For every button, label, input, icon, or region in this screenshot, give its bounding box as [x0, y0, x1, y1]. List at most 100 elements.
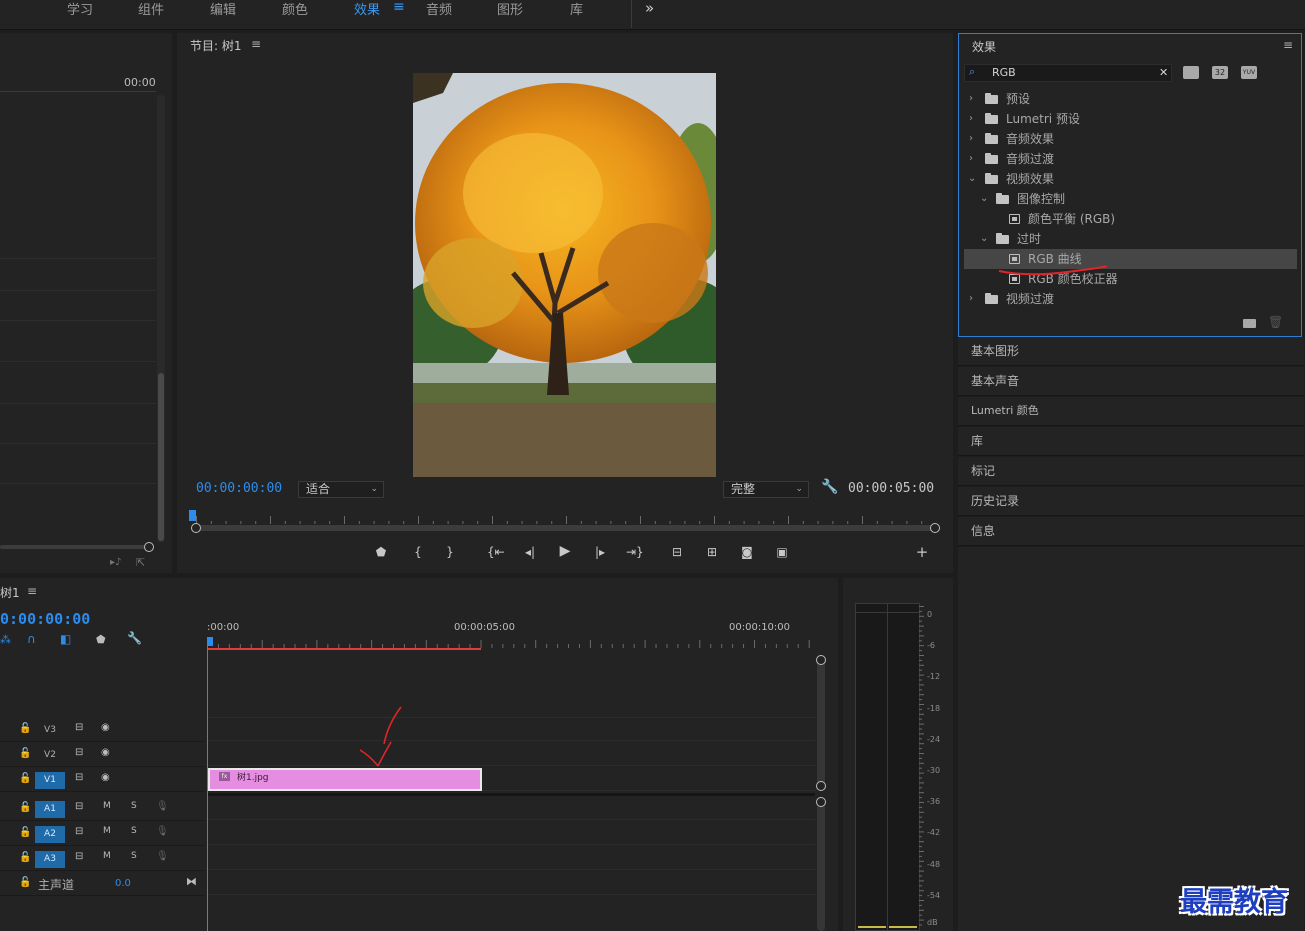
wrench-icon[interactable]: 🔧	[821, 479, 838, 495]
yuv-effects-icon[interactable]: YUV	[1241, 66, 1257, 79]
workspace-graphics[interactable]: 图形	[497, 0, 523, 18]
chevron-down-icon[interactable]: ⌄	[980, 189, 988, 209]
eye-icon[interactable]: ◉	[101, 747, 110, 758]
lane-v3[interactable]	[207, 717, 815, 741]
trash-icon[interactable]: 🗑	[1268, 315, 1283, 329]
extract-icon[interactable]: ⊞	[704, 545, 720, 559]
program-playhead[interactable]	[189, 510, 196, 521]
timeline-title[interactable]: 树1	[0, 584, 20, 601]
add-button-icon[interactable]: +	[914, 543, 930, 561]
program-zoom-handle-right[interactable]	[930, 523, 940, 533]
lane-a2[interactable]	[207, 821, 815, 845]
new-bin-icon[interactable]	[1243, 319, 1256, 328]
source-zoom-bar[interactable]	[0, 545, 145, 549]
effect-tree-item[interactable]: › Lumetri 预设	[964, 109, 1297, 129]
mark-in-icon[interactable]: {	[410, 545, 426, 559]
quality-select[interactable]: 完整 ⌄	[723, 481, 809, 498]
effects-panel-title[interactable]: 效果	[972, 38, 996, 55]
chevron-down-icon[interactable]: ⌄	[968, 169, 976, 189]
panel-lumetri-color[interactable]: Lumetri 颜色	[958, 397, 1304, 426]
workspace-effects[interactable]: 效果	[354, 0, 380, 18]
go-to-out-icon[interactable]: ⇥}	[626, 545, 644, 559]
scroll-handle[interactable]	[816, 797, 826, 807]
chevron-right-icon[interactable]: ›	[969, 149, 973, 169]
master-volume-value[interactable]: 0.0	[115, 878, 131, 889]
effect-tree-item[interactable]: 颜色平衡 (RGB)	[964, 209, 1297, 229]
track-label-a3[interactable]: A3	[35, 851, 65, 868]
program-monitor-title[interactable]: 节目: 树1	[190, 37, 242, 54]
chevron-right-icon[interactable]: ›	[969, 289, 973, 309]
sync-lock-icon[interactable]: ⊟	[75, 772, 83, 783]
effect-tree-item[interactable]: › 预设	[964, 89, 1297, 109]
workspace-audio[interactable]: 音频	[426, 0, 452, 18]
effect-tree-item[interactable]: ⌄ 过时	[964, 229, 1297, 249]
timeline-menu-icon[interactable]: ≡	[27, 584, 37, 598]
eye-icon[interactable]: ◉	[101, 772, 110, 783]
chevron-right-icon[interactable]: ›	[969, 89, 973, 109]
camera-icon[interactable]: ◙	[739, 545, 755, 559]
export-icon[interactable]: ⇱	[136, 556, 145, 569]
32bit-effects-icon[interactable]: 32	[1212, 66, 1228, 79]
effect-tree-item[interactable]: › 音频效果	[964, 129, 1297, 149]
step-forward-icon[interactable]: |▸	[592, 545, 608, 559]
program-time-ruler[interactable]	[196, 513, 936, 524]
microphone-icon[interactable]: 🎙	[156, 801, 169, 812]
track-label-v2[interactable]: V2	[35, 747, 65, 764]
workspace-menu-icon[interactable]: ≡	[393, 0, 405, 15]
mark-out-icon[interactable]: }	[442, 545, 458, 559]
timeline-playhead-head[interactable]	[207, 637, 213, 646]
lock-icon[interactable]: 🔓	[19, 723, 31, 734]
linked-selection-icon[interactable]: ◧	[60, 632, 71, 646]
chevron-right-icon[interactable]: ›	[969, 109, 973, 129]
solo-button[interactable]: S	[131, 826, 137, 836]
eye-icon[interactable]: ◉	[101, 722, 110, 733]
timeline-current-time[interactable]: 0:00:00:00	[0, 610, 90, 628]
microphone-icon[interactable]: 🎙	[156, 826, 169, 837]
lock-icon[interactable]: 🔓	[19, 852, 31, 863]
lock-icon[interactable]: 🔓	[19, 802, 31, 813]
lock-icon[interactable]: 🔓	[19, 773, 31, 784]
workspace-libraries[interactable]: 库	[570, 0, 583, 18]
audio-tracks-scrollbar[interactable]	[817, 803, 825, 931]
sync-lock-icon[interactable]: ⊟	[75, 747, 83, 758]
effects-search-box[interactable]: ⌕ RGB ✕	[964, 64, 1172, 82]
lane-master[interactable]	[207, 871, 815, 895]
workspace-editing[interactable]: 编辑	[210, 0, 236, 18]
panel-essential-graphics[interactable]: 基本图形	[958, 337, 1304, 366]
microphone-icon[interactable]: 🎙	[156, 851, 169, 862]
panel-essential-sound[interactable]: 基本声音	[958, 367, 1304, 396]
mute-button[interactable]: M	[103, 851, 111, 861]
chevron-right-icon[interactable]: ›	[969, 129, 973, 149]
lane-a3[interactable]	[207, 846, 815, 870]
mute-button[interactable]: M	[103, 826, 111, 836]
track-label-a1[interactable]: A1	[35, 801, 65, 818]
workspace-assembly[interactable]: 组件	[138, 0, 164, 18]
program-zoom-bar[interactable]	[196, 525, 934, 531]
effects-search-input[interactable]: RGB	[992, 66, 1016, 79]
program-monitor-menu-icon[interactable]: ≡	[251, 37, 261, 51]
sync-lock-icon[interactable]: ⊟	[75, 801, 83, 812]
sync-lock-icon[interactable]: ⊟	[75, 826, 83, 837]
track-label-v3[interactable]: V3	[35, 722, 65, 739]
video-tracks-scrollbar[interactable]	[817, 660, 825, 786]
lane-a1[interactable]	[207, 796, 815, 820]
solo-button[interactable]: S	[131, 851, 137, 861]
panel-history[interactable]: 历史记录	[958, 487, 1304, 516]
sync-lock-icon[interactable]: ⊟	[75, 851, 83, 862]
timeline-ruler-ticks[interactable]	[207, 640, 817, 648]
go-to-in-icon[interactable]: {⇤	[487, 545, 505, 559]
solo-button[interactable]: S	[131, 801, 137, 811]
play-icon[interactable]: ▶	[557, 543, 573, 559]
lift-icon[interactable]: ⊟	[669, 545, 685, 559]
chevron-down-icon[interactable]: ⌄	[980, 229, 988, 249]
add-marker-icon[interactable]: ⬟	[373, 545, 389, 559]
lock-icon[interactable]: 🔓	[19, 877, 31, 888]
lane-v2[interactable]	[207, 742, 815, 766]
program-current-time[interactable]: 00:00:00:00	[196, 481, 282, 496]
go-to-end-icon[interactable]: ⧓	[186, 875, 197, 888]
accelerated-effects-icon[interactable]	[1183, 66, 1199, 79]
work-area-bar[interactable]	[207, 648, 481, 650]
scroll-handle[interactable]	[816, 655, 826, 665]
step-back-icon[interactable]: ◂|	[522, 545, 538, 559]
panel-libraries[interactable]: 库	[958, 427, 1304, 456]
